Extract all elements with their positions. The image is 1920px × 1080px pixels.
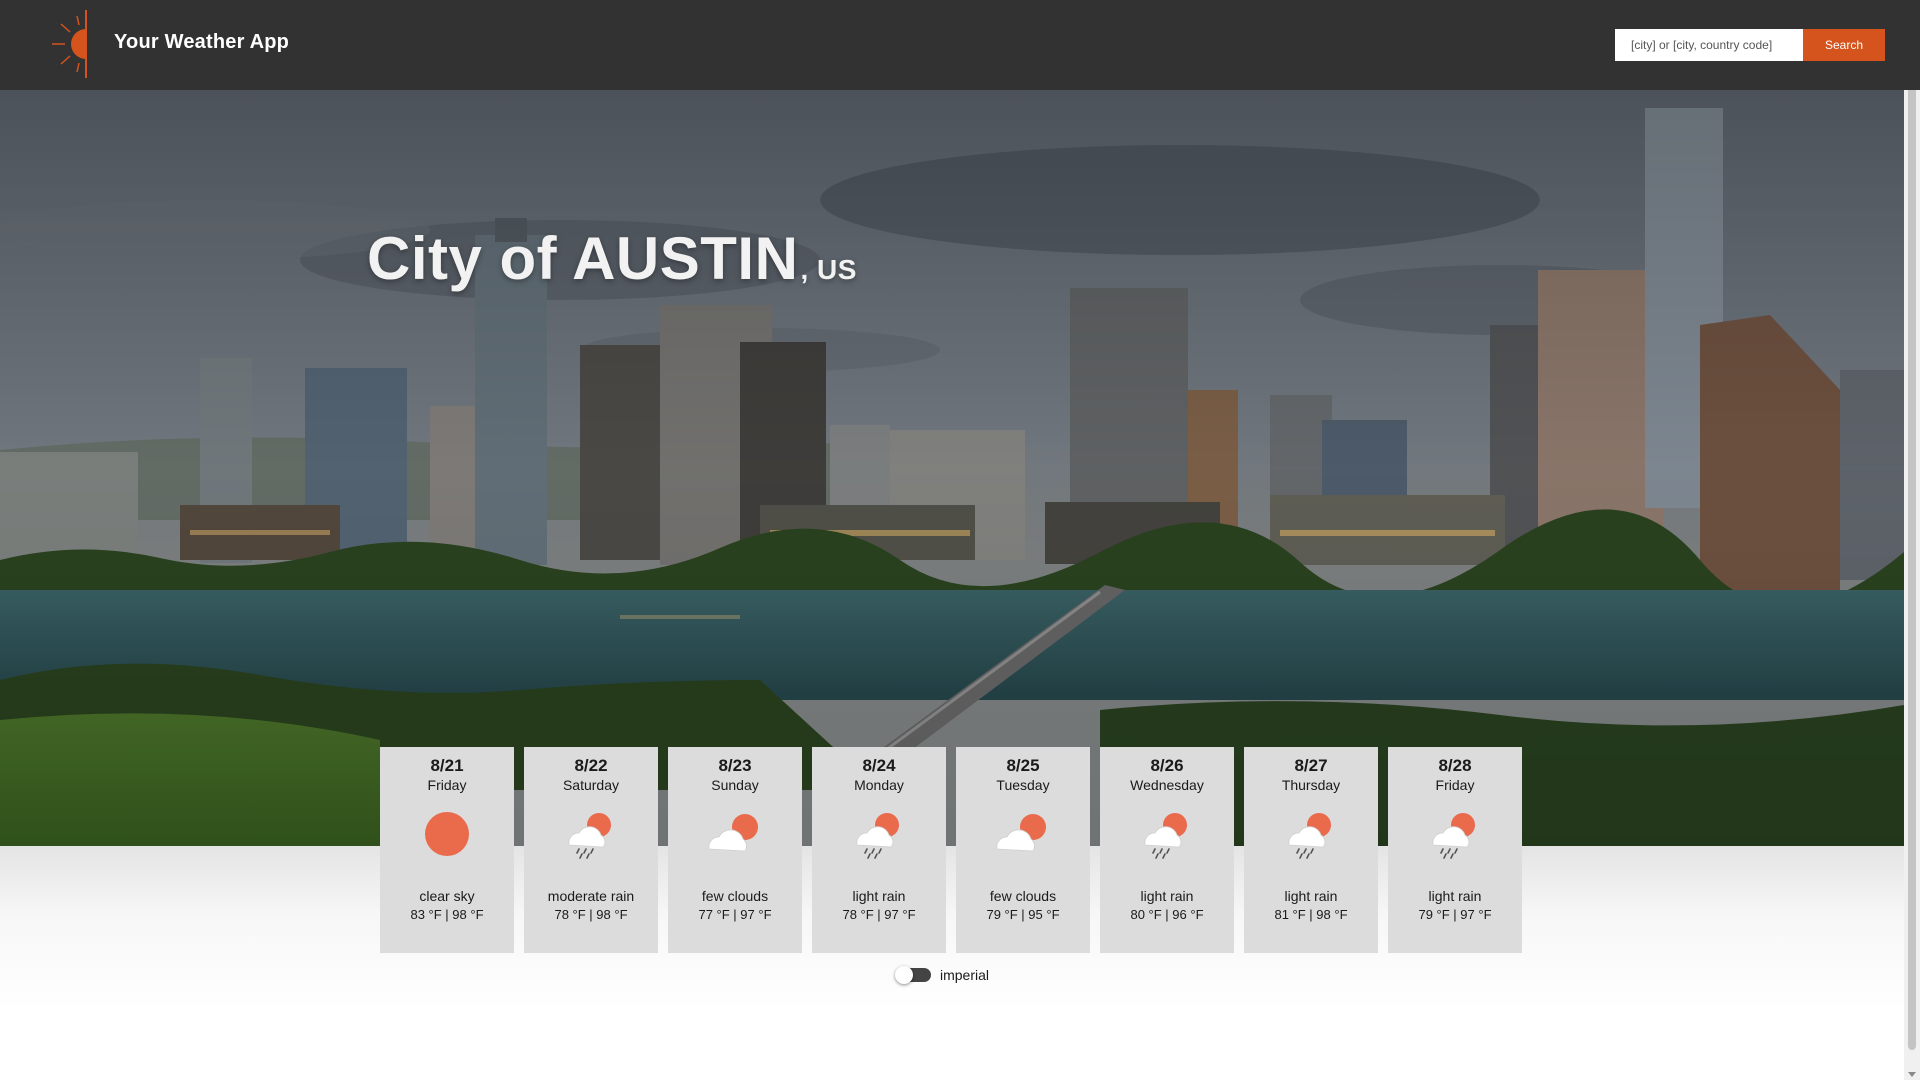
- forecast-date: 8/27: [1294, 756, 1328, 775]
- rain-cloud-sun-icon: [1432, 813, 1475, 859]
- forecast-temperature-range: 79 °F | 97 °F: [1418, 907, 1492, 922]
- forecast-card[interactable]: 8/25 Tuesday few clouds 79 °F | 95 °F: [956, 747, 1090, 953]
- forecast-weekday: Saturday: [562, 777, 620, 793]
- forecast-description: clear sky: [419, 888, 475, 904]
- forecast-card[interactable]: 8/27 Thursday light rain 81 °F | 98 °F: [1244, 747, 1378, 953]
- forecast-card[interactable]: 8/21 Friday clear sky 83 °F | 98 °F: [380, 747, 514, 953]
- units-toggle-switch[interactable]: [895, 966, 931, 984]
- forecast-weekday: Sunday: [711, 777, 759, 793]
- top-navigation-bar: Your Weather App Search: [0, 0, 1920, 90]
- forecast-temperature-range: 81 °F | 98 °F: [1274, 907, 1348, 922]
- units-toggle-label: imperial: [940, 967, 990, 983]
- forecast-date: 8/25: [1006, 756, 1040, 775]
- forecast-temperature-range: 83 °F | 98 °F: [410, 907, 484, 922]
- rain-cloud-sun-icon: [568, 813, 611, 859]
- rain-cloud-sun-icon: [1288, 813, 1331, 859]
- forecast-weekday: Friday: [427, 777, 467, 793]
- forecast-date: 8/21: [430, 756, 464, 775]
- hero-section: City of AUSTIN, US: [0, 90, 1904, 846]
- rain-cloud-sun-icon: [1144, 813, 1187, 859]
- forecast-weekday: Friday: [1435, 777, 1475, 793]
- forecast-description: light rain: [1284, 888, 1338, 904]
- forecast-temperature-range: 79 °F | 95 °F: [986, 907, 1060, 922]
- city-skyline-background-image: [0, 90, 1904, 846]
- forecast-list: 8/21 Friday clear sky 83 °F | 98 °F 8/22…: [380, 747, 1524, 953]
- forecast-card[interactable]: 8/23 Sunday few clouds 77 °F | 97 °F: [668, 747, 802, 953]
- forecast-date: 8/24: [862, 756, 896, 775]
- forecast-card[interactable]: 8/28 Friday light rain 79 °F | 97 °F: [1388, 747, 1522, 953]
- forecast-card[interactable]: 8/22 Saturday moderate rain 78 °F | 98 °…: [524, 747, 658, 953]
- forecast-description: light rain: [1428, 888, 1482, 904]
- forecast-weekday: Monday: [854, 777, 904, 793]
- city-search-input[interactable]: [1615, 29, 1803, 61]
- forecast-date: 8/23: [718, 756, 752, 775]
- city-name: City of AUSTIN: [367, 225, 799, 292]
- forecast-date: 8/26: [1150, 756, 1184, 775]
- forecast-weekday: Wednesday: [1130, 777, 1204, 793]
- forecast-description: light rain: [852, 888, 906, 904]
- search-button[interactable]: Search: [1803, 29, 1885, 61]
- vertical-scrollbar[interactable]: [1904, 0, 1920, 1080]
- forecast-description: light rain: [1140, 888, 1194, 904]
- forecast-description: moderate rain: [547, 888, 635, 904]
- forecast-description: few clouds: [701, 888, 769, 904]
- forecast-card[interactable]: 8/24 Monday light rain 78 °F | 97 °F: [812, 747, 946, 953]
- forecast-temperature-range: 78 °F | 97 °F: [842, 907, 916, 922]
- forecast-weekday: Tuesday: [996, 777, 1050, 793]
- forecast-temperature-range: 80 °F | 96 °F: [1130, 907, 1204, 922]
- sun-icon: [425, 812, 469, 856]
- sun-logo-icon[interactable]: [50, 10, 92, 78]
- forecast-temperature-range: 77 °F | 97 °F: [698, 907, 772, 922]
- app-title[interactable]: Your Weather App: [114, 31, 289, 54]
- forecast-description: few clouds: [989, 888, 1057, 904]
- country-code: , US: [800, 254, 857, 285]
- scroll-down-arrow-icon[interactable]: [1908, 1072, 1916, 1077]
- forecast-date: 8/28: [1438, 756, 1472, 775]
- scrollbar-thumb[interactable]: [1908, 2, 1916, 1050]
- toggle-knob: [895, 966, 913, 984]
- city-title: City of AUSTIN, US: [367, 224, 857, 293]
- forecast-weekday: Thursday: [1281, 777, 1341, 793]
- forecast-date: 8/22: [574, 756, 608, 775]
- forecast-card[interactable]: 8/26 Wednesday light rain 80 °F | 96 °F: [1100, 747, 1234, 953]
- forecast-temperature-range: 78 °F | 98 °F: [554, 907, 628, 922]
- cloud-sun-icon: [996, 814, 1046, 852]
- cloud-sun-icon: [708, 814, 758, 852]
- rain-cloud-sun-icon: [856, 813, 899, 859]
